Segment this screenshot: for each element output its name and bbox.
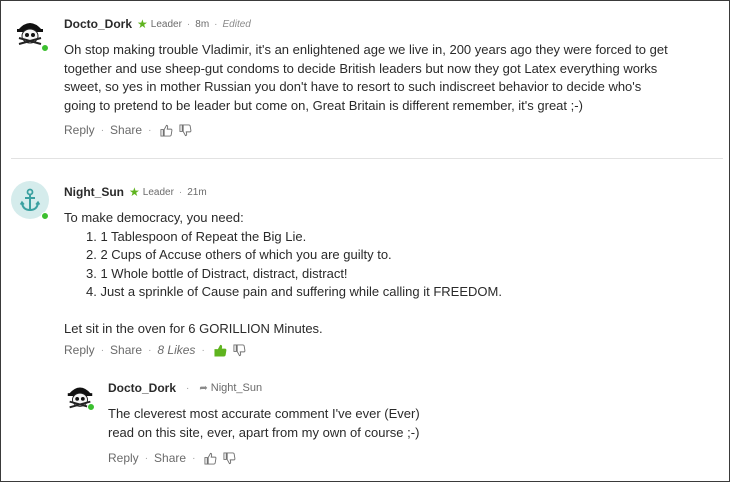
thumbs-down-icon[interactable]: [223, 451, 236, 465]
separator-dot: ·: [148, 124, 152, 136]
thumbs-down-icon[interactable]: [233, 343, 246, 357]
list-item: 3. 1 Whole bottle of Distract, distract,…: [86, 265, 348, 281]
comment-body: The cleverest most accurate comment I've…: [108, 405, 608, 442]
leader-badge: Leader: [150, 18, 182, 30]
separator-dot: ·: [214, 18, 218, 30]
comment-intro: To make democracy, you need:: [64, 210, 244, 225]
share-button[interactable]: Share: [110, 343, 142, 357]
leader-star-icon: ★: [129, 185, 140, 199]
reply-button[interactable]: Reply: [64, 343, 95, 357]
thumbs-down-icon[interactable]: [179, 123, 192, 137]
reply-button[interactable]: Reply: [108, 451, 139, 465]
timestamp[interactable]: 21m: [187, 187, 206, 198]
comment-header: Night_Sun ★ Leader · 21m: [64, 185, 207, 199]
comment-header: Docto_Dork ★ Leader · 8m · Edited: [64, 17, 251, 31]
thumbs-up-icon[interactable]: [160, 124, 173, 137]
edited-label: Edited: [222, 18, 251, 30]
list-item: 1. 1 Tablespoon of Repeat the Big Lie.: [86, 228, 307, 244]
timestamp[interactable]: 8m: [195, 19, 209, 30]
comment-body: Oh stop making trouble Vladimir, it's an…: [64, 41, 724, 115]
comment-line: read on this site, ever, apart from my o…: [108, 424, 420, 440]
reply-button[interactable]: Reply: [64, 123, 95, 137]
comment-line: Oh stop making trouble Vladimir, it's an…: [64, 42, 668, 57]
author-name[interactable]: Docto_Dork: [108, 381, 176, 395]
comment-actions: Reply · Share · 8 Likes ·: [64, 343, 249, 357]
recipe-list: 1. 1 Tablespoon of Repeat the Big Lie. 2…: [64, 228, 704, 302]
comment-divider: [11, 158, 723, 159]
separator-dot: ·: [192, 452, 196, 464]
separator-dot: ·: [201, 344, 205, 356]
online-indicator: [41, 212, 49, 220]
comments-panel: Docto_Dork ★ Leader · 8m · Edited Oh sto…: [0, 0, 730, 482]
comment-header: Docto_Dork · ➦ Night_Sun: [108, 381, 262, 395]
comment-line: sweet, so yes in mother Russian you don'…: [64, 79, 642, 94]
online-indicator: [87, 403, 95, 411]
separator-dot: ·: [186, 18, 191, 30]
author-name[interactable]: Docto_Dork: [64, 17, 132, 31]
thumbs-up-icon[interactable]: [204, 452, 217, 465]
list-item: 4. Just a sprinkle of Cause pain and suf…: [86, 284, 502, 299]
leader-badge: Leader: [142, 186, 174, 198]
comment-line: together and use sheep-gut condoms to de…: [64, 60, 658, 76]
comment-body: To make democracy, you need: 1. 1 Tables…: [64, 209, 704, 338]
list-item: 2. 2 Cups of Accuse others of which you …: [86, 247, 392, 262]
separator-dot: ·: [144, 452, 149, 464]
comment-actions: Reply · Share ·: [108, 451, 239, 465]
online-indicator: [41, 44, 49, 52]
comment-line: The cleverest most accurate comment I've…: [108, 406, 420, 421]
separator-dot: ·: [186, 382, 190, 394]
comment-actions: Reply · Share ·: [64, 123, 195, 137]
share-button[interactable]: Share: [154, 451, 186, 465]
reply-arrow-icon: ➦: [199, 382, 208, 394]
author-name[interactable]: Night_Sun: [64, 185, 124, 199]
thumbs-up-icon[interactable]: [214, 344, 227, 357]
separator-dot: ·: [100, 124, 105, 136]
likes-count[interactable]: 8 Likes: [157, 343, 195, 357]
separator-dot: ·: [100, 344, 105, 356]
leader-star-icon: ★: [137, 17, 148, 31]
separator-dot: ·: [148, 344, 152, 356]
comment-outro: Let sit in the oven for 6 GORILLION Minu…: [64, 320, 323, 336]
share-button[interactable]: Share: [110, 123, 142, 137]
separator-dot: ·: [178, 186, 183, 198]
comment-line: going to pretend to be leader but come o…: [64, 97, 583, 113]
reply-to-author[interactable]: Night_Sun: [211, 382, 262, 394]
